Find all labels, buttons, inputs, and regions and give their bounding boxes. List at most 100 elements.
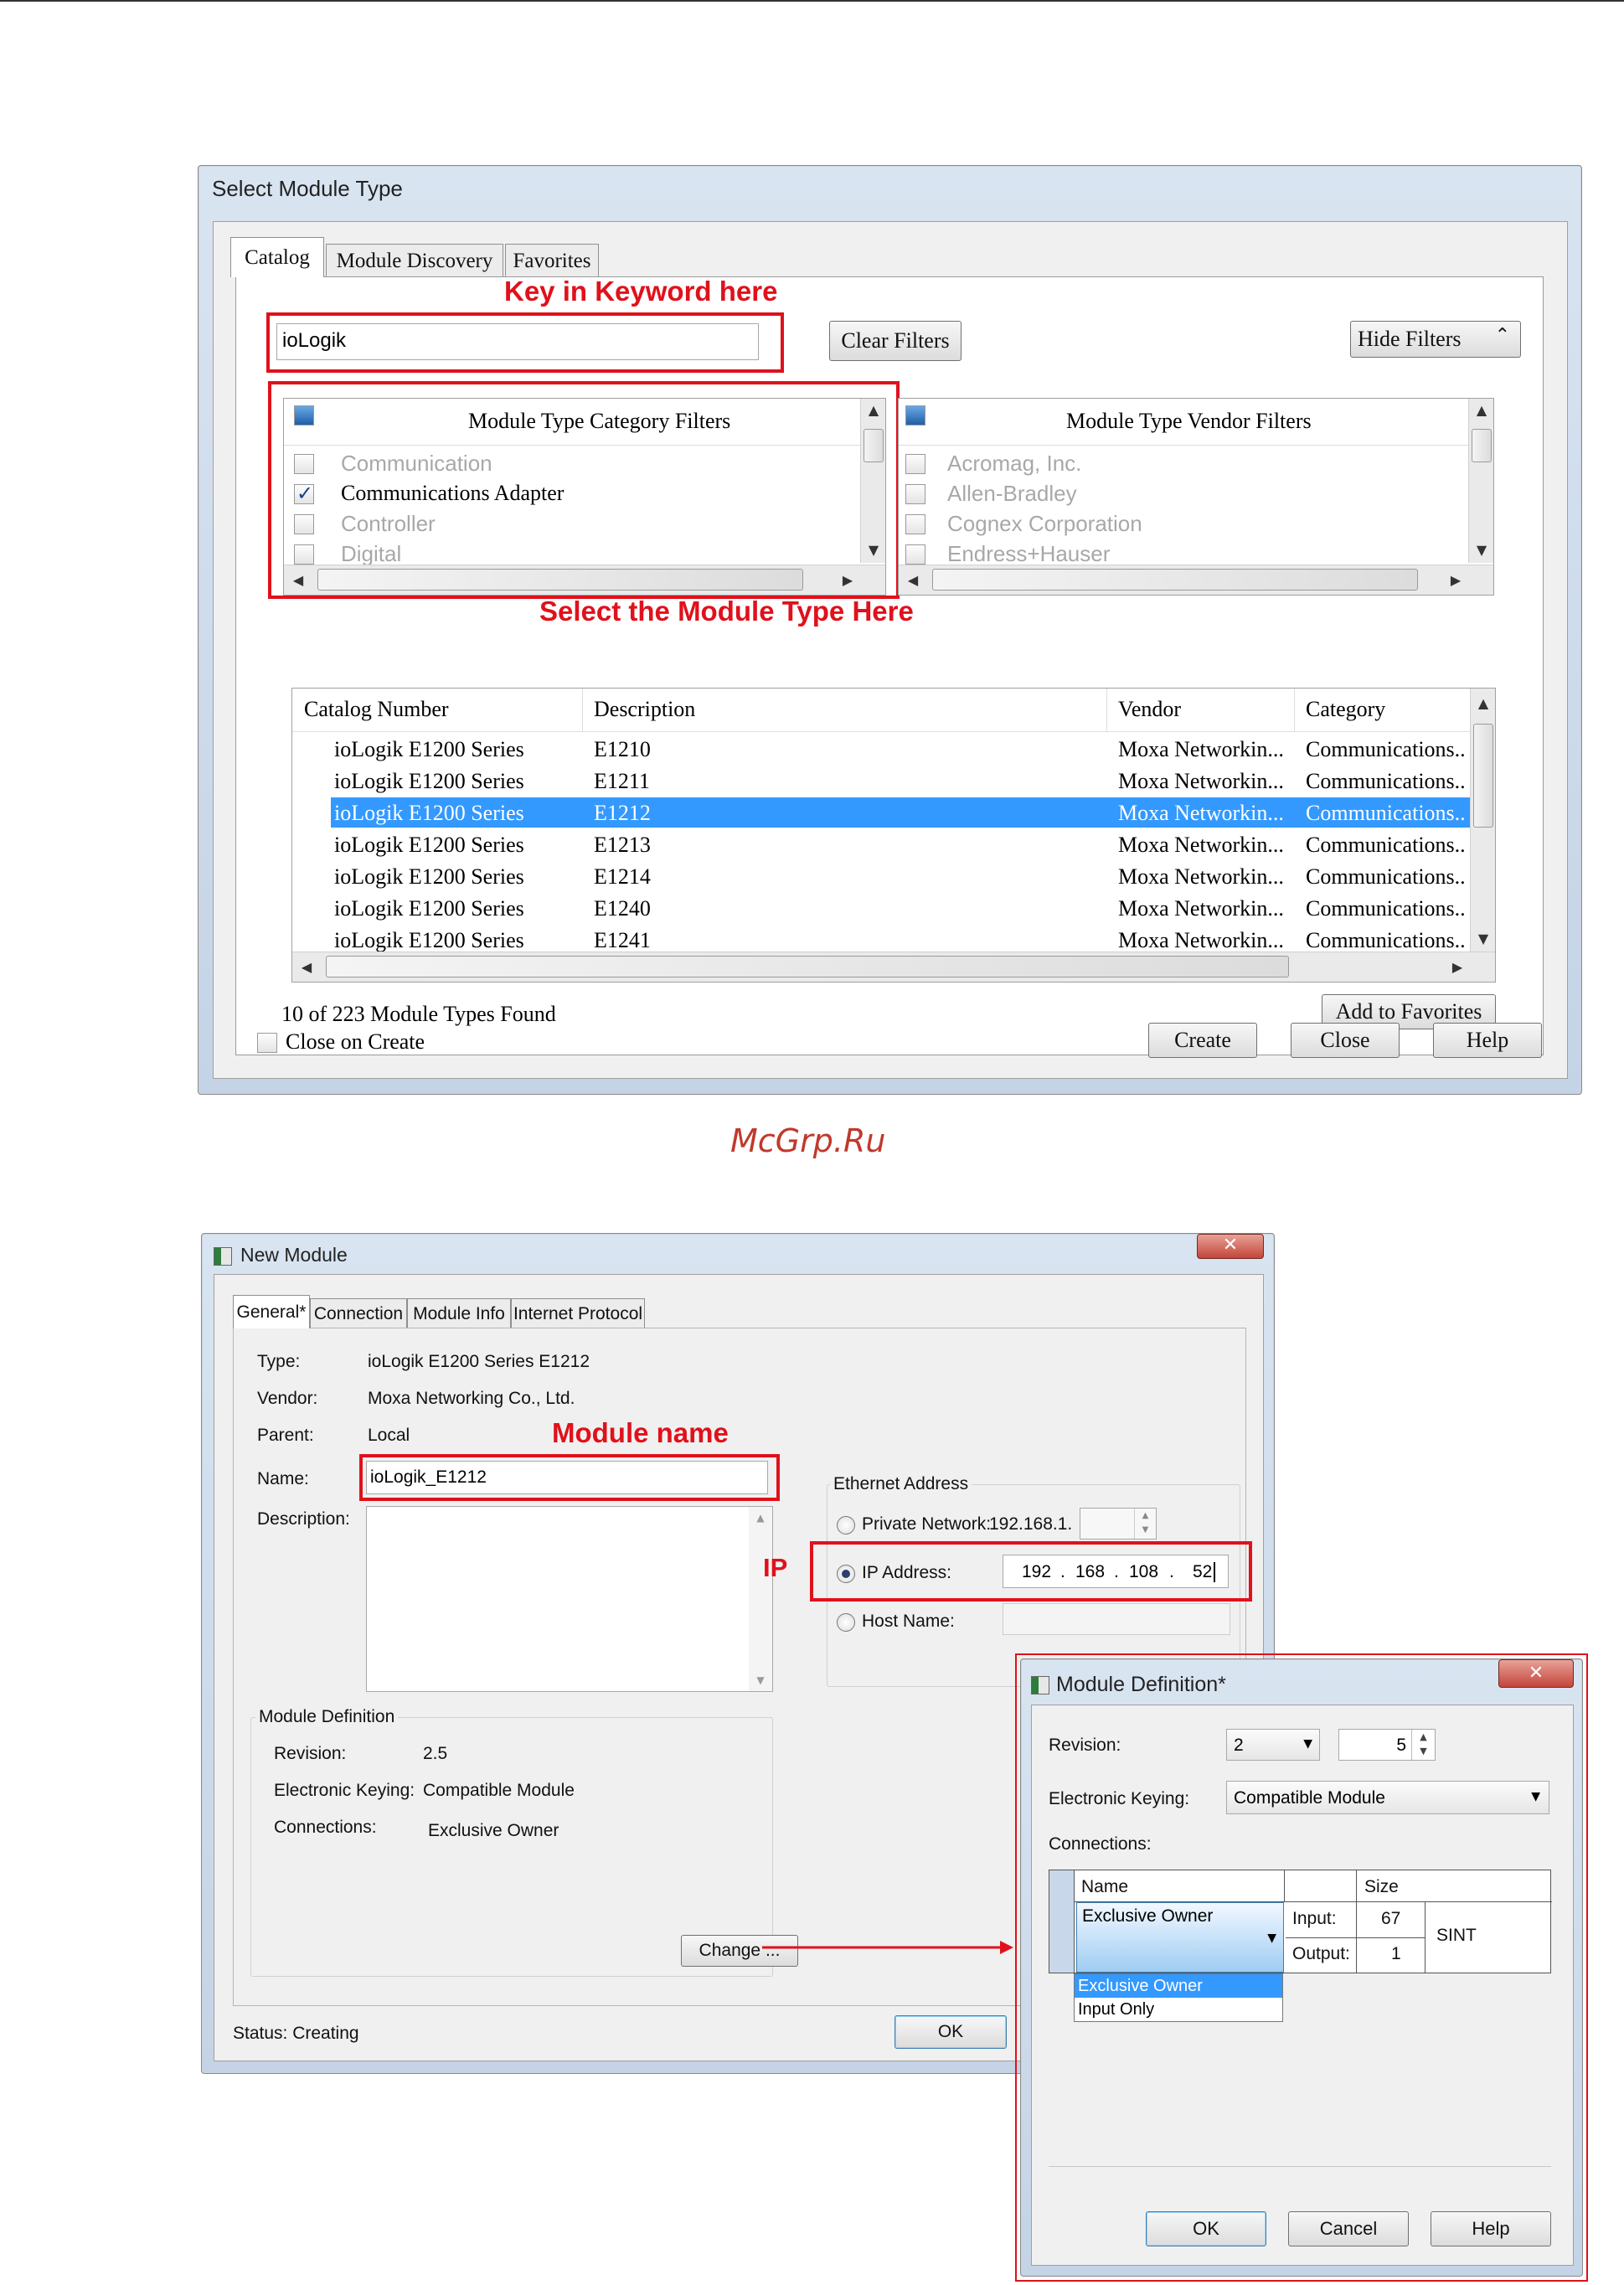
vendor-label[interactable]: Allen-Bradley [947, 481, 1077, 507]
table-scrollbar[interactable]: ▲ ▼ [1470, 689, 1495, 953]
table-row[interactable]: ioLogik E1200 Series E1211 Moxa Networkin.… [292, 764, 1472, 796]
table-cell: E1240 [594, 896, 651, 921]
col-header-description[interactable]: Description [594, 697, 695, 722]
table-row[interactable]: ioLogik E1200 Series E1213 Moxa Networkin.… [292, 828, 1472, 859]
help-button[interactable]: Help [1431, 2211, 1551, 2246]
table-row[interactable]: ioLogik E1200 Series E1241 Moxa Networkin.… [292, 923, 1472, 953]
ok-button[interactable]: OK [1146, 2211, 1266, 2246]
revision-label: Revision: [274, 1744, 347, 1763]
close-icon[interactable]: ✕ [1197, 1234, 1264, 1259]
connections-label: Connections: [1049, 1834, 1152, 1854]
table-cell: Moxa Networkin... [1118, 737, 1284, 761]
tab-module-info[interactable]: Module Info [407, 1298, 511, 1328]
tab-catalog[interactable]: Catalog [230, 237, 324, 277]
host-name-label: Host Name: [862, 1612, 955, 1631]
double-chevron-up-icon: ⌃ [1494, 325, 1510, 346]
table-cell: Communications... [1306, 833, 1467, 857]
type-label: Type: [257, 1352, 301, 1371]
revision-minor-spinner[interactable]: 5 ▲ ▼ [1338, 1729, 1436, 1761]
close-on-create-checkbox[interactable] [257, 1033, 277, 1053]
host-name-input[interactable] [1003, 1603, 1230, 1635]
revision-major-select[interactable]: 2 ▼ [1226, 1729, 1320, 1761]
col-header-catalog-number[interactable]: Catalog Number [304, 697, 449, 722]
host-name-radio[interactable] [837, 1613, 855, 1632]
table-cell: ioLogik E1200 Series [334, 769, 524, 793]
scroll-left-icon[interactable]: ◀ [294, 959, 319, 975]
scroll-left-icon[interactable]: ◀ [900, 572, 925, 588]
hscroll-thumb[interactable] [326, 956, 1289, 977]
clear-filters-button[interactable]: Clear Filters [829, 321, 962, 361]
table-row[interactable]: ioLogik E1200 Series E1210 Moxa Networkin.… [292, 732, 1472, 764]
table-hscrollbar[interactable]: ◀ ▶ [292, 952, 1495, 982]
table-cell: Moxa Networkin... [1118, 896, 1284, 921]
scroll-right-icon[interactable]: ▶ [1445, 959, 1470, 975]
tab-internet-protocol[interactable]: Internet Protocol [511, 1298, 645, 1328]
table-row[interactable]: ioLogik E1200 Series E1214 Moxa Networkin.… [292, 859, 1472, 891]
private-network-spinner[interactable]: ▲ ▼ [1080, 1508, 1157, 1540]
create-button[interactable]: Create [1148, 1023, 1257, 1058]
hscroll-thumb[interactable] [932, 569, 1418, 591]
col-header-category[interactable]: Category [1306, 697, 1385, 722]
scroll-thumb[interactable] [1472, 429, 1492, 462]
row-selector[interactable] [1049, 1870, 1075, 1973]
table-cell: ioLogik E1200 Series [334, 864, 524, 889]
vendor-checkbox[interactable] [905, 484, 925, 504]
table-cell: Moxa Networkin... [1118, 864, 1284, 889]
table-row[interactable]: ioLogik E1200 Series E1240 Moxa Networkin.… [292, 891, 1472, 923]
vendor-hscrollbar[interactable]: ◀ ▶ [899, 565, 1493, 595]
table-cell: ioLogik E1200 Series [334, 928, 524, 952]
vendor-checkbox[interactable] [905, 544, 925, 565]
scroll-down-icon[interactable]: ▼ [1471, 931, 1495, 946]
keying-label: Electronic Keying: [1049, 1789, 1190, 1808]
close-icon[interactable]: ✕ [1498, 1659, 1574, 1688]
table-cell: Moxa Networkin... [1118, 928, 1284, 952]
window-icon [214, 1247, 232, 1266]
tab-favorites[interactable]: Favorites [505, 244, 599, 277]
tab-module-discovery[interactable]: Module Discovery [326, 244, 503, 277]
col-header-vendor[interactable]: Vendor [1118, 697, 1181, 722]
select-all-vendors-checkbox[interactable] [905, 405, 925, 426]
module-definition-label: Module Definition [255, 1707, 399, 1727]
keyword-highlight-box [266, 312, 784, 373]
window-title: Select Module Type [212, 176, 403, 201]
spinner-arrows-icon[interactable]: ▲ ▼ [1411, 1730, 1435, 1760]
keying-value: Compatible Module [423, 1781, 575, 1800]
hide-filters-button[interactable]: Hide Filters ⌃ [1350, 321, 1521, 358]
scroll-down-icon[interactable]: ▼ [748, 1674, 773, 1686]
vendor-label[interactable]: Acromag, Inc. [947, 451, 1081, 477]
vendor-checkbox[interactable] [905, 454, 925, 474]
dropdown-option-exclusive-owner[interactable]: Exclusive Owner [1075, 1974, 1282, 1998]
description-scrollbar[interactable]: ▲ ▼ [749, 1507, 772, 1691]
table-cell: Communications... [1306, 769, 1467, 793]
help-button[interactable]: Help [1433, 1023, 1542, 1058]
scroll-down-icon[interactable]: ▼ [1469, 542, 1494, 558]
scroll-up-icon[interactable]: ▲ [1471, 695, 1495, 711]
vendor-value: Moxa Networking Co., Ltd. [368, 1389, 575, 1408]
dropdown-option-input-only[interactable]: Input Only [1075, 1998, 1282, 2021]
keying-select[interactable]: Compatible Module ▼ [1226, 1781, 1549, 1814]
page: Select Module Type Catalog Module Discov… [0, 0, 1624, 2285]
table-row[interactable]: ioLogik E1200 Series E1212 Moxa Networkin.… [292, 796, 1472, 828]
close-button[interactable]: Close [1291, 1023, 1400, 1058]
cancel-button[interactable]: Cancel [1288, 2211, 1409, 2246]
private-network-radio[interactable] [837, 1516, 855, 1535]
ok-button[interactable]: OK [894, 2015, 1007, 2049]
vendor-checkbox[interactable] [905, 514, 925, 534]
scroll-right-icon[interactable]: ▶ [1443, 572, 1468, 588]
connections-label: Connections: [274, 1818, 377, 1837]
scroll-up-icon[interactable]: ▲ [1469, 402, 1494, 418]
scroll-thumb[interactable] [1473, 724, 1493, 828]
parent-label: Parent: [257, 1426, 314, 1445]
spinner-arrows-icon[interactable]: ▲ ▼ [1134, 1509, 1156, 1539]
scroll-up-icon[interactable]: ▲ [748, 1512, 773, 1524]
connection-name-select[interactable]: Exclusive Owner ▼ [1076, 1902, 1284, 1973]
description-textarea[interactable]: ▲ ▼ [366, 1506, 773, 1692]
table-cell: Communications... [1306, 737, 1467, 761]
annotation-ip: IP [763, 1553, 788, 1582]
vendor-label[interactable]: Cognex Corporation [947, 511, 1142, 537]
tab-general[interactable]: General* [233, 1295, 310, 1328]
vendor-scrollbar[interactable]: ▲ ▼ [1468, 399, 1493, 563]
table-cell: ioLogik E1200 Series [334, 737, 524, 761]
tab-connection[interactable]: Connection [310, 1298, 407, 1328]
vendor-label[interactable]: Endress+Hauser [947, 541, 1110, 567]
